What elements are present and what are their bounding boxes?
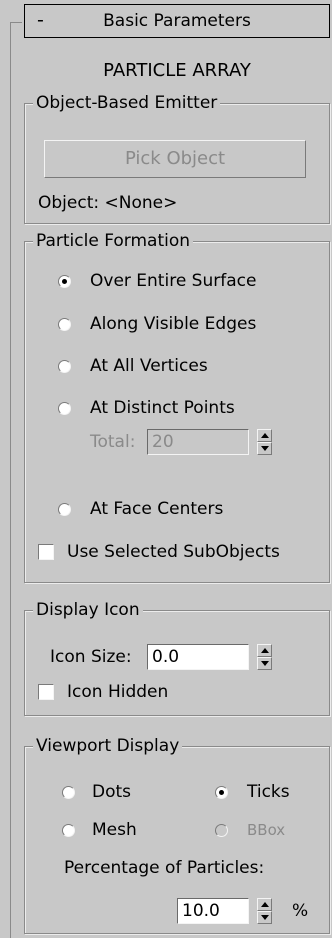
radio-selected-dot xyxy=(62,279,67,284)
rollout-border-left xyxy=(10,22,11,938)
label-along-visible-edges: Along Visible Edges xyxy=(90,314,257,334)
label-at-all-vertices: At All Vertices xyxy=(90,356,208,376)
arrow-up-icon xyxy=(261,902,269,907)
rollout-header-basic-parameters[interactable]: - Basic Parameters xyxy=(24,4,330,38)
pick-object-button[interactable]: Pick Object xyxy=(44,140,306,178)
icon-size-input[interactable]: 0.0 xyxy=(147,644,249,670)
total-spinner-up-button[interactable] xyxy=(257,429,272,442)
label-at-face-centers: At Face Centers xyxy=(90,499,224,519)
percentage-input[interactable]: 10.0 xyxy=(177,898,249,924)
radio-along-visible-edges[interactable] xyxy=(58,318,71,331)
section-title: PARTICLE ARRAY xyxy=(103,60,251,81)
label-over-entire-surface: Over Entire Surface xyxy=(90,271,257,291)
label-percentage-of-particles: Percentage of Particles: xyxy=(64,858,265,878)
arrow-up-icon xyxy=(261,648,269,653)
total-spinner-down-button[interactable] xyxy=(257,442,272,455)
label-bbox: BBox xyxy=(247,821,286,839)
total-input[interactable]: 20 xyxy=(147,429,249,455)
label-ticks: Ticks xyxy=(247,782,290,802)
icon-size-spinner[interactable] xyxy=(257,644,272,670)
percent-unit-label: % xyxy=(292,901,309,921)
total-spinner[interactable] xyxy=(257,429,272,455)
group-legend-display-icon: Display Icon xyxy=(33,600,143,620)
arrow-down-icon xyxy=(261,661,269,666)
icon-size-spinner-up-button[interactable] xyxy=(257,644,272,657)
label-icon-size: Icon Size: xyxy=(50,647,132,667)
radio-bbox[interactable] xyxy=(215,824,228,837)
radio-ticks[interactable] xyxy=(215,786,228,799)
group-legend-particle-formation: Particle Formation xyxy=(33,231,194,251)
checkbox-icon-hidden[interactable] xyxy=(38,684,54,700)
radio-selected-dot xyxy=(219,790,224,795)
label-icon-hidden: Icon Hidden xyxy=(67,682,169,702)
arrow-down-icon xyxy=(261,446,269,451)
rollout-border-top xyxy=(10,22,22,23)
label-total: Total: xyxy=(90,432,136,452)
rollout-title: Basic Parameters xyxy=(103,11,251,31)
group-legend-object-based-emitter: Object-Based Emitter xyxy=(33,93,221,113)
label-dots: Dots xyxy=(92,782,132,802)
arrow-down-icon xyxy=(261,915,269,920)
label-use-selected-subobjects: Use Selected SubObjects xyxy=(67,542,280,562)
label-mesh: Mesh xyxy=(92,820,137,840)
radio-at-all-vertices[interactable] xyxy=(58,360,71,373)
radio-over-entire-surface[interactable] xyxy=(58,275,71,288)
radio-dots[interactable] xyxy=(62,786,75,799)
percentage-spinner-up-button[interactable] xyxy=(257,898,272,911)
radio-mesh[interactable] xyxy=(62,824,75,837)
group-legend-viewport-display: Viewport Display xyxy=(33,736,183,756)
label-at-distinct-points: At Distinct Points xyxy=(90,398,235,418)
percentage-spinner-down-button[interactable] xyxy=(257,911,272,924)
radio-at-distinct-points[interactable] xyxy=(58,402,71,415)
percentage-spinner[interactable] xyxy=(257,898,272,924)
icon-size-spinner-down-button[interactable] xyxy=(257,657,272,670)
arrow-up-icon xyxy=(261,433,269,438)
checkbox-use-selected-subobjects[interactable] xyxy=(38,544,54,560)
object-label: Object: <None> xyxy=(38,193,178,213)
radio-at-face-centers[interactable] xyxy=(58,503,71,516)
